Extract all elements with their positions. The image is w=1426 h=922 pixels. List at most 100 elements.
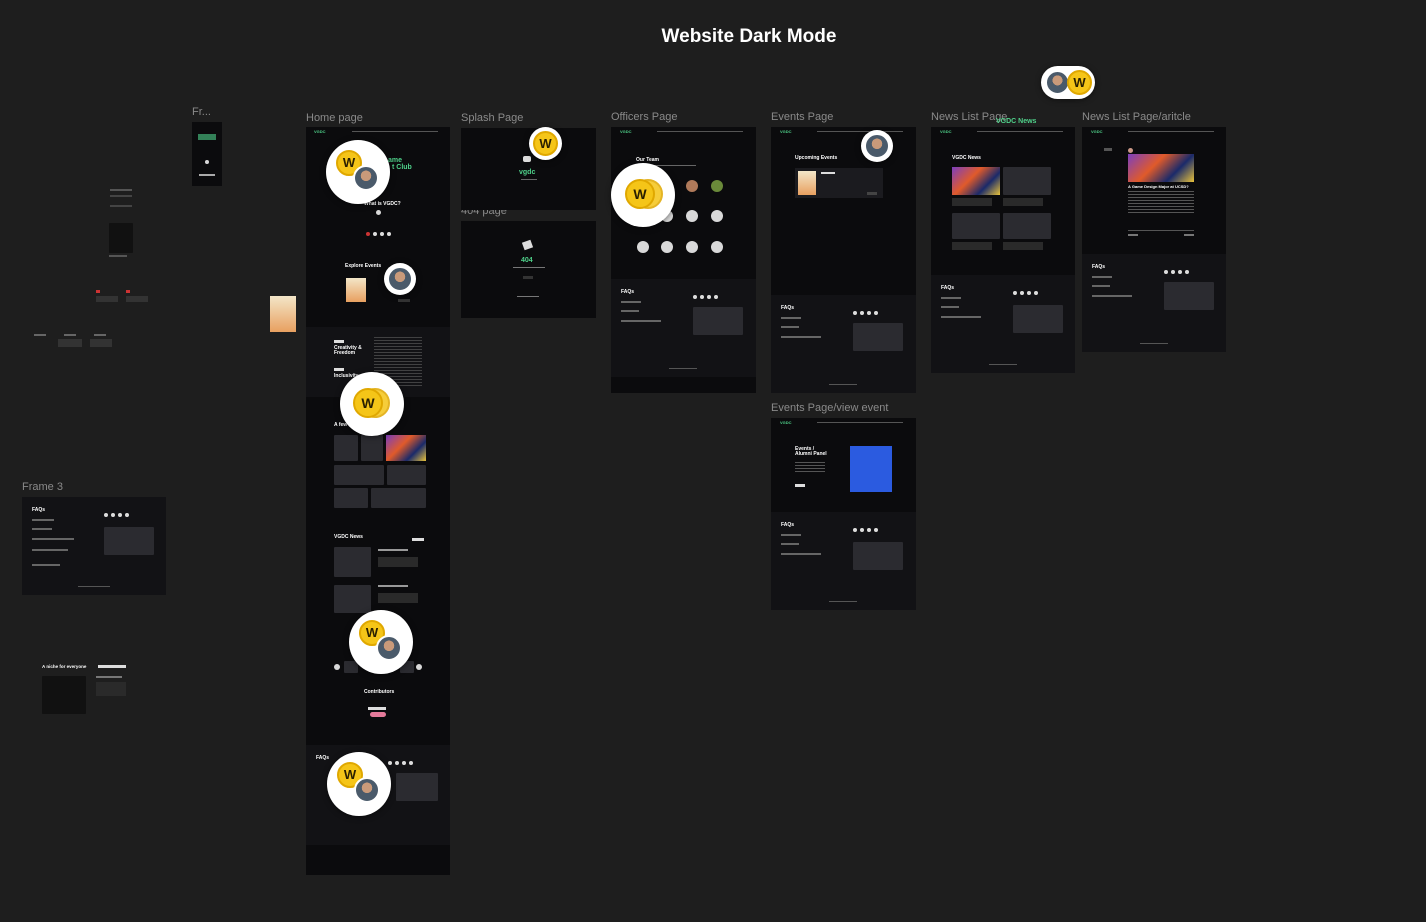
frame-label-home[interactable]: Home page [306, 112, 363, 124]
frame3-faqs: FAQs [32, 507, 46, 513]
officers-our-team: Our Team [636, 157, 659, 163]
officer-photo-6[interactable] [637, 241, 649, 253]
404-code: 404 [521, 257, 533, 264]
events-card-flyer [798, 171, 816, 195]
frame-label-events-view[interactable]: Events Page/view event [771, 402, 888, 414]
news-article-author-avatar [1128, 148, 1133, 153]
collaborator-pill-top[interactable]: W [1041, 66, 1095, 99]
home-logo[interactable]: VGDC [314, 129, 326, 134]
frame-label-frame3[interactable]: Frame 3 [22, 481, 63, 493]
news-list-image-2[interactable] [1003, 167, 1051, 195]
home-news-image-1[interactable] [334, 547, 371, 577]
news-list-title: VGDC News [952, 155, 981, 161]
event-flyer-thumbnail[interactable] [270, 296, 296, 332]
mobile-dot [205, 160, 209, 164]
events-card[interactable] [795, 168, 883, 198]
tiny-component-stack [108, 185, 134, 275]
tiny-component-row-2 [34, 334, 114, 348]
mobile-frame[interactable] [192, 122, 222, 186]
niche-component[interactable]: A niche for everyone [40, 662, 130, 716]
frame3-map-placeholder [104, 527, 154, 555]
collaborator-cursor-home-5[interactable]: W [327, 752, 391, 816]
home-what-is-icon [376, 210, 381, 215]
news-list-footer: FAQs [931, 275, 1075, 373]
news-article-logo: VGDC [1091, 129, 1103, 134]
collaborator-w-badge: W [625, 179, 655, 209]
events-view-image[interactable] [850, 446, 892, 492]
officer-photo-4[interactable] [686, 210, 698, 222]
officer-photo-2[interactable] [711, 180, 723, 192]
officer-photo-7[interactable] [661, 241, 673, 253]
collaborator-w-badge: W [353, 388, 383, 418]
officers-footer: FAQs [611, 279, 756, 377]
collaborator-cursor-home-3[interactable]: W [340, 372, 404, 436]
events-view-faqs: FAQs [781, 522, 795, 528]
home-nav [352, 131, 438, 132]
collaborator-cursor-home-1[interactable]: W [326, 140, 390, 204]
events-upcoming: Upcoming Events [795, 155, 838, 161]
page-404-frame[interactable]: 404 [461, 221, 596, 318]
news-article-back-button[interactable] [1104, 148, 1112, 151]
home-game-thumbnail[interactable] [386, 435, 426, 461]
news-list-image-3[interactable] [952, 213, 1000, 239]
home-social-icons [366, 232, 391, 236]
officer-photo-5[interactable] [711, 210, 723, 222]
news-list-page-frame[interactable]: VGDC VGDC News FAQs [931, 127, 1075, 373]
home-hero-line2: t Club [392, 164, 412, 171]
frame-label-splash[interactable]: Splash Page [461, 112, 523, 124]
collaborator-avatar [376, 635, 402, 661]
niche-title: A niche for everyone [42, 664, 87, 669]
news-article-faqs: FAQs [1092, 264, 1106, 270]
collaborator-cursor-home-2[interactable] [384, 263, 416, 295]
events-faqs: FAQs [781, 305, 795, 311]
news-article-page-frame[interactable]: VGDC A Game Design Major at UCSD? FAQs [1082, 127, 1226, 352]
news-article-image[interactable] [1128, 154, 1194, 182]
frame-label-news-article[interactable]: News List Page/aritcle [1082, 111, 1191, 123]
officers-logo: VGDC [620, 129, 632, 134]
home-news-title: VGDC News [334, 534, 363, 540]
splash-brand: vgdc [519, 169, 536, 176]
news-list-logo: VGDC [940, 129, 952, 134]
collaborator-w-badge: W [1067, 70, 1092, 95]
officer-photo-1[interactable] [686, 180, 698, 192]
frame-label-officers[interactable]: Officers Page [611, 111, 677, 123]
collaborator-cursor-events[interactable] [861, 130, 893, 162]
collaborator-cursor-officers[interactable]: W [611, 163, 675, 227]
home-news-image-2[interactable] [334, 585, 371, 613]
news-list-faqs: FAQs [941, 285, 955, 291]
home-freedom: Freedom [334, 350, 356, 356]
home-event-flyer[interactable] [346, 278, 366, 302]
events-page-frame[interactable]: VGDC Upcoming Events FAQs [771, 127, 916, 393]
home-carousel-prev[interactable] [334, 664, 340, 670]
collaborator-cursor-splash[interactable]: W [529, 127, 562, 160]
mobile-social [199, 174, 215, 176]
404-illustration [521, 239, 534, 251]
frame3-social-icons [104, 513, 129, 517]
events-view-footer: FAQs [771, 512, 916, 610]
frame-label-events[interactable]: Events Page [771, 111, 833, 123]
frame3[interactable]: FAQs [22, 497, 166, 595]
mobile-hero-text [198, 134, 216, 140]
home-contributor-avatars [370, 712, 386, 717]
news-list-floating-title: VGDC News [996, 118, 1037, 125]
home-carousel-next[interactable] [416, 664, 422, 670]
collaborator-cursor-home-4[interactable]: W [349, 610, 413, 674]
news-list-image-4[interactable] [1003, 213, 1051, 239]
events-logo: VGDC [780, 129, 792, 134]
collaborator-avatar [387, 266, 413, 292]
officer-photo-9[interactable] [711, 241, 723, 253]
events-view-page-frame[interactable]: VGDC Events / Alumni Panel FAQs [771, 418, 916, 610]
officer-photo-8[interactable] [686, 241, 698, 253]
events-view-logo: VGDC [780, 420, 792, 425]
collaborator-w-badge: W [533, 131, 558, 156]
events-view-heading-2: Alumni Panel [795, 451, 827, 457]
frame-label-fr[interactable]: Fr... [192, 106, 211, 118]
home-faqs: FAQs [316, 755, 330, 761]
collaborator-avatar [864, 133, 890, 159]
tiny-component-row [96, 290, 152, 304]
home-what-is: What is VGDC? [364, 201, 401, 207]
home-hero-line1: ame [388, 157, 403, 164]
splash-logo-icon [523, 156, 531, 162]
news-list-image-1[interactable] [952, 167, 1000, 195]
home-explore-events: Explore Events [345, 263, 382, 269]
